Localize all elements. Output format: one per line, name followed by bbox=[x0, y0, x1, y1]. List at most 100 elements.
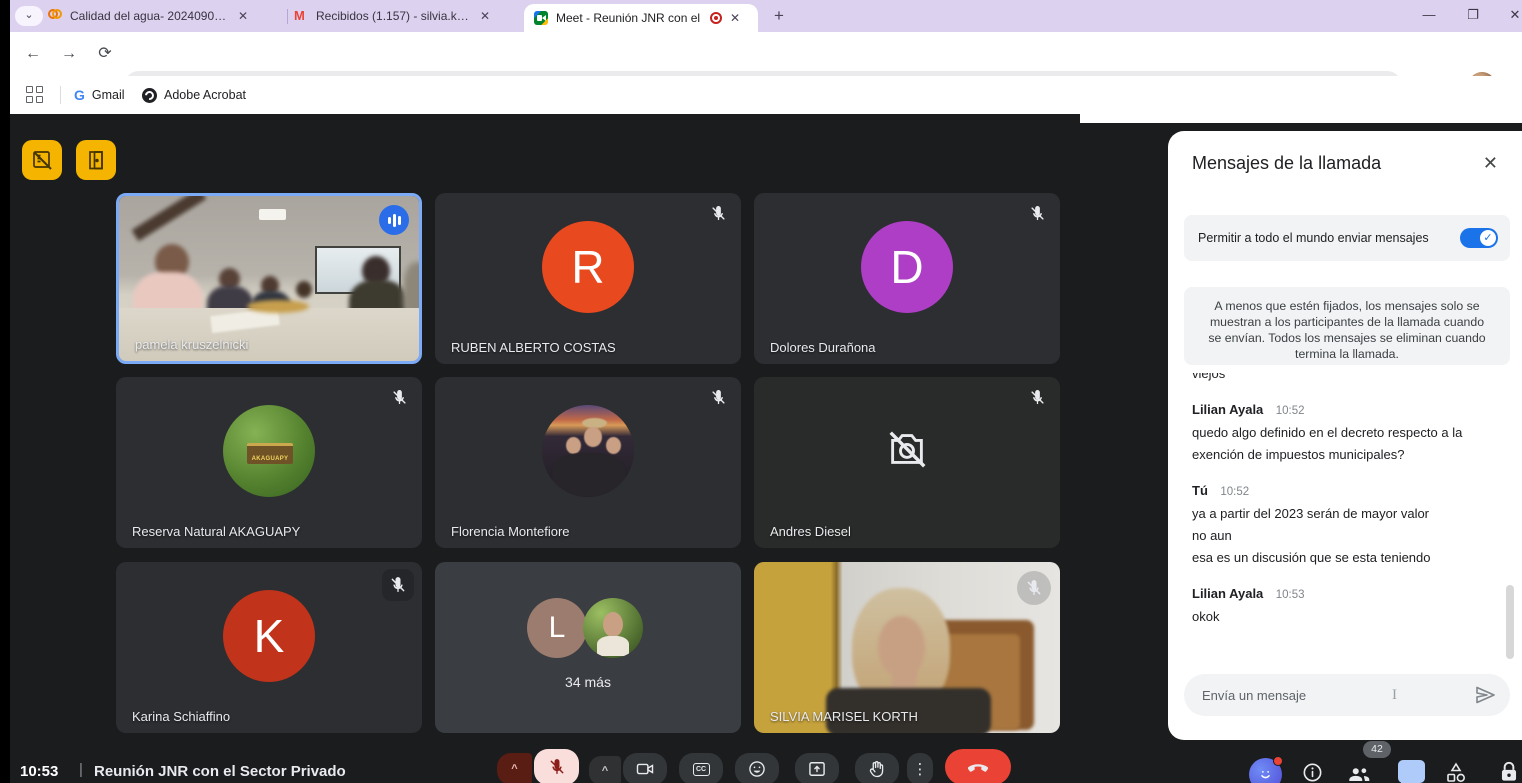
participant-tile-silvia[interactable]: SILVIA MARISEL KORTH bbox=[754, 562, 1060, 733]
bookmarks-divider bbox=[60, 86, 61, 104]
reload-icon[interactable]: ⟳ bbox=[94, 43, 116, 65]
meeting-title: Reunión JNR con el Sector Privado bbox=[94, 763, 346, 780]
mic-off-icon bbox=[1028, 204, 1047, 223]
participant-tile-reserva[interactable]: AKAGUAPY Reserva Natural AKAGUAPY bbox=[116, 377, 422, 548]
participant-count-badge: 42 bbox=[1363, 741, 1391, 758]
chat-toggle-icon[interactable] bbox=[1398, 760, 1425, 783]
photo-avatar bbox=[542, 405, 634, 497]
chat-input-row: I bbox=[1184, 674, 1510, 716]
scrolled-message-partial: viejos bbox=[1192, 373, 1494, 384]
captions-button[interactable]: CC bbox=[679, 753, 723, 783]
message-author: Tú bbox=[1192, 483, 1208, 498]
bookmarks-bar: G Gmail Adobe Acrobat bbox=[0, 76, 1522, 114]
mic-off-icon bbox=[1017, 571, 1051, 605]
host-controls-lock-icon[interactable] bbox=[1496, 759, 1522, 783]
message-text: quedo algo definido en el decreto respec… bbox=[1192, 422, 1494, 466]
document-tab-icon bbox=[48, 9, 62, 23]
bookmark-gmail[interactable]: G Gmail bbox=[74, 76, 125, 114]
acrobat-icon bbox=[142, 88, 157, 103]
reactions-button[interactable] bbox=[735, 753, 779, 783]
letter-avatar: K bbox=[223, 590, 315, 682]
close-tab-icon[interactable]: ✕ bbox=[238, 9, 248, 23]
present-screen-button[interactable] bbox=[795, 753, 839, 783]
bookmark-adobe-acrobat[interactable]: Adobe Acrobat bbox=[142, 76, 246, 114]
activities-icon[interactable] bbox=[1444, 761, 1468, 783]
stacked-avatars: L bbox=[527, 598, 649, 658]
apps-grid-icon[interactable] bbox=[26, 86, 43, 103]
screen-share-off-button[interactable] bbox=[22, 140, 62, 180]
mic-off-icon bbox=[1028, 388, 1047, 407]
message-author: Lilian Ayala bbox=[1192, 586, 1263, 601]
open-door-button[interactable] bbox=[76, 140, 116, 180]
tab-gmail[interactable]: M Recibidos (1.157) - silvia.korth@ ✕ bbox=[294, 0, 520, 32]
restore-window-button[interactable]: ❐ bbox=[1456, 0, 1490, 32]
tab-title: Recibidos (1.157) - silvia.korth@ bbox=[316, 9, 472, 23]
more-participants-tile[interactable]: L 34 más bbox=[435, 562, 741, 733]
tab-calidad-del-agua[interactable]: Calidad del agua- 20240906 - C ✕ bbox=[48, 0, 280, 32]
statusbar-divider: | bbox=[79, 761, 83, 778]
participant-name: Reserva Natural AKAGUAPY bbox=[132, 524, 300, 539]
participant-tile-pamela[interactable]: pamela kruszelnicki bbox=[116, 193, 422, 364]
browser-tab-strip: ⌄ Calidad del agua- 20240906 - C ✕ M Rec… bbox=[0, 0, 1522, 32]
mic-toggle-button[interactable] bbox=[534, 749, 579, 783]
camera-off-icon bbox=[884, 426, 930, 472]
google-g-icon: G bbox=[74, 87, 85, 103]
camera-toggle-button[interactable] bbox=[623, 753, 667, 783]
participant-tile-dolores[interactable]: D Dolores Durañona bbox=[754, 193, 1060, 364]
chat-panel-title: Mensajes de la llamada bbox=[1192, 153, 1381, 174]
allow-messages-toggle[interactable]: ✓ bbox=[1460, 228, 1498, 248]
participant-tile-andres[interactable]: Andres Diesel bbox=[754, 377, 1060, 548]
audio-speaking-icon bbox=[379, 205, 409, 235]
mic-off-icon bbox=[709, 388, 728, 407]
participant-name: SILVIA MARISEL KORTH bbox=[770, 709, 918, 724]
mic-options-chevron-button[interactable]: ^ bbox=[497, 753, 532, 783]
mic-off-icon bbox=[382, 569, 414, 601]
meeting-details-icon[interactable] bbox=[1301, 761, 1324, 783]
end-call-button[interactable] bbox=[945, 749, 1011, 783]
chat-message-list: viejos Lilian Ayala 10:52 quedo algo def… bbox=[1192, 373, 1494, 644]
participant-name: Florencia Montefiore bbox=[451, 524, 570, 539]
chat-scrollbar[interactable] bbox=[1506, 585, 1514, 659]
meet-window: ⌄ Calidad del agua- 20240906 - C ✕ M Rec… bbox=[0, 0, 1522, 783]
close-tab-icon[interactable]: ✕ bbox=[730, 11, 740, 25]
video-feed bbox=[754, 562, 1060, 733]
tab-meet-active[interactable]: Meet - Reunión JNR con el ✕ bbox=[524, 4, 758, 32]
gemini-effects-icon[interactable] bbox=[1249, 758, 1282, 783]
raise-hand-button[interactable] bbox=[855, 753, 899, 783]
more-count-label: 34 más bbox=[435, 674, 741, 690]
message-time: 10:53 bbox=[1276, 589, 1305, 601]
chat-message: Lilian Ayala 10:52 quedo algo definido e… bbox=[1192, 401, 1494, 466]
message-author: Lilian Ayala bbox=[1192, 402, 1263, 417]
clock-time: 10:53 bbox=[20, 763, 58, 780]
sign-graphic: AKAGUAPY bbox=[247, 443, 293, 464]
letter-avatar: D bbox=[861, 221, 953, 313]
new-tab-button[interactable]: + bbox=[768, 5, 790, 27]
close-window-button[interactable]: ✕ bbox=[1498, 0, 1522, 32]
participant-tile-florencia[interactable]: Florencia Montefiore bbox=[435, 377, 741, 548]
recording-indicator-icon bbox=[710, 12, 722, 24]
close-chat-icon[interactable]: ✕ bbox=[1483, 153, 1498, 174]
send-message-icon[interactable] bbox=[1473, 683, 1497, 707]
close-tab-icon[interactable]: ✕ bbox=[480, 9, 490, 23]
minimize-window-button[interactable]: — bbox=[1412, 0, 1446, 32]
camera-options-chevron-button[interactable]: ^ bbox=[589, 756, 621, 783]
more-options-button[interactable]: ⋮ bbox=[907, 753, 933, 783]
back-icon[interactable]: ← bbox=[22, 43, 44, 65]
participant-name: pamela kruszelnicki bbox=[135, 337, 248, 352]
participant-name: Andres Diesel bbox=[770, 524, 851, 539]
tab-search-chevron-button[interactable]: ⌄ bbox=[15, 6, 43, 26]
meeting-stage: pamela kruszelnicki R RUBEN ALBERTO COST… bbox=[0, 114, 1522, 783]
bookmark-label: Adobe Acrobat bbox=[164, 88, 246, 102]
screen-left-edge bbox=[0, 0, 10, 783]
participant-tile-karina[interactable]: K Karina Schiaffino bbox=[116, 562, 422, 733]
message-text: okok bbox=[1192, 606, 1494, 628]
participant-tile-ruben[interactable]: R RUBEN ALBERTO COSTAS bbox=[435, 193, 741, 364]
mic-off-icon bbox=[390, 388, 409, 407]
chat-message: Tú 10:52 ya a partir del 2023 serán de m… bbox=[1192, 482, 1494, 569]
chat-message-input[interactable] bbox=[1202, 688, 1392, 703]
forward-icon[interactable]: → bbox=[58, 43, 80, 65]
participant-name: RUBEN ALBERTO COSTAS bbox=[451, 340, 616, 355]
letter-avatar: L bbox=[527, 598, 587, 658]
participants-icon[interactable] bbox=[1346, 761, 1372, 783]
browser-toolbar: ← → ⟳ meet.google.com/tkk-ynbg-muq?authu… bbox=[0, 32, 1522, 76]
